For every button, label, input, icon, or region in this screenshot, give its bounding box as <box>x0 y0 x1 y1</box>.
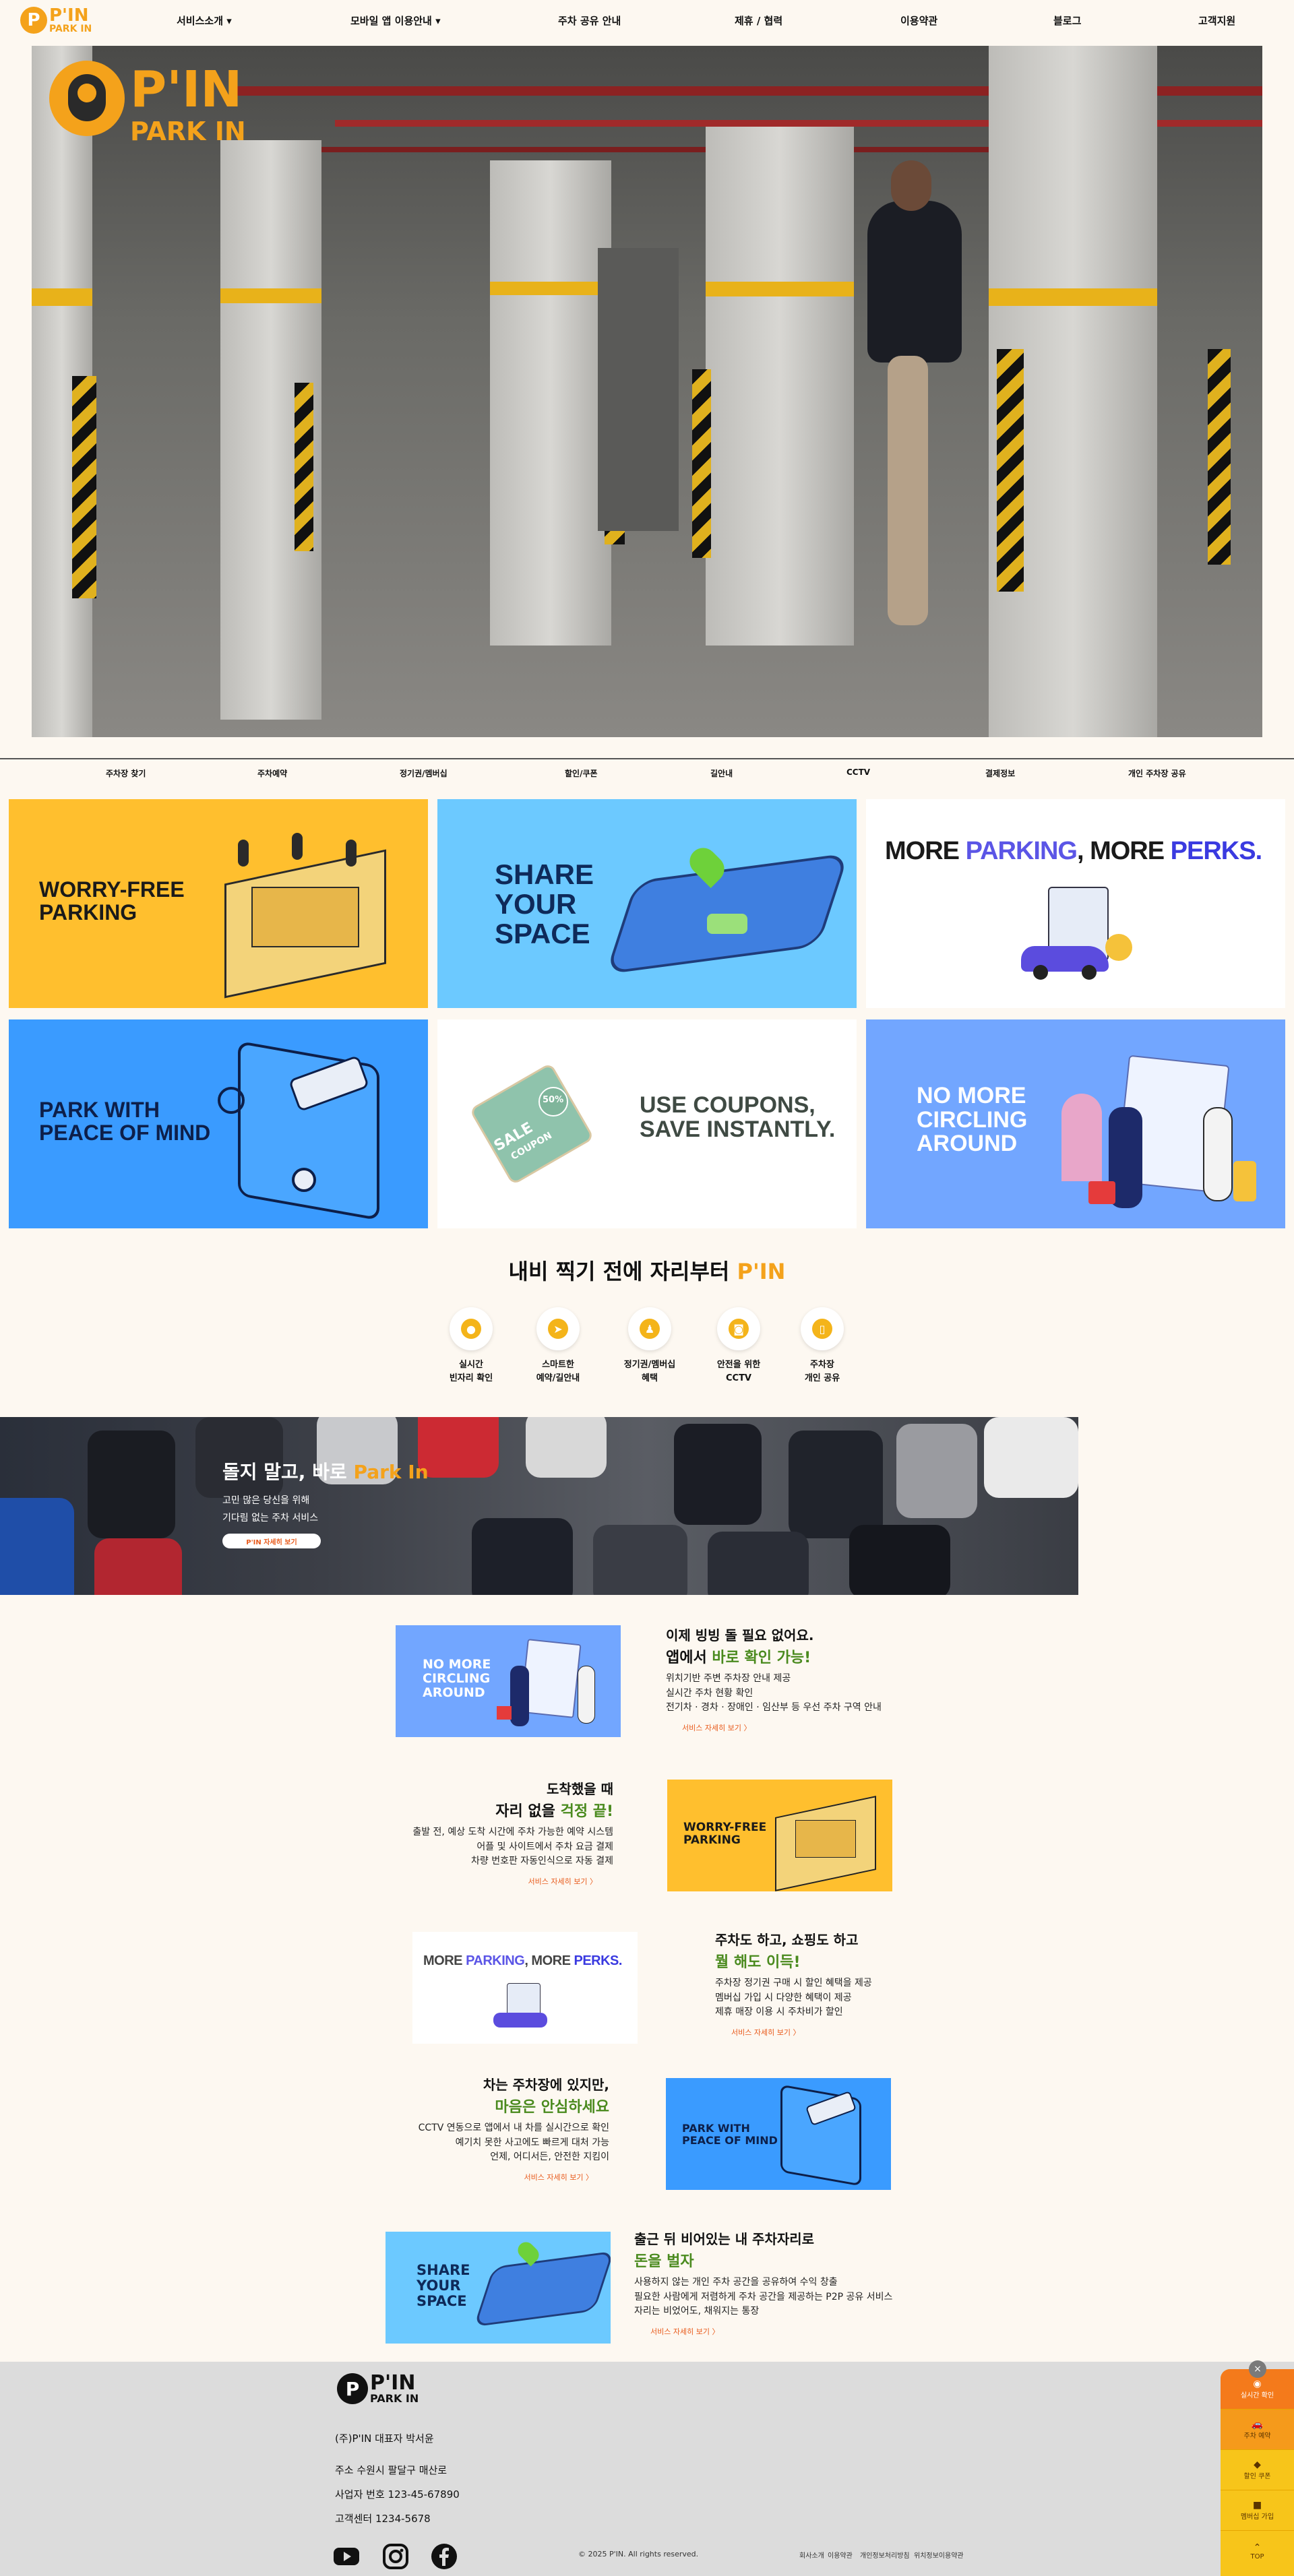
floating-quick-menu: ◉ 실시간 확인 🚗 주차 예약 ◆ 할인 쿠폰 ■ 멤버십 가입 ⌃ TOP <box>1221 2369 1294 2576</box>
category-private-share[interactable]: 개인 주차장 공유 <box>1128 767 1186 779</box>
nav-service-intro[interactable]: 서비스소개 ▾ <box>177 13 232 28</box>
service-text-reservation: 도착했을 때 자리 없을 걱정 끝! 출발 전, 예상 도착 시간에 주차 가능… <box>398 1778 613 1887</box>
navigation-arrow-icon: ➤ <box>548 1319 568 1339</box>
tile-park-with-peace-of-mind[interactable]: PARK WITH PEACE OF MIND <box>9 1019 428 1228</box>
category-cctv[interactable]: CCTV <box>846 767 870 777</box>
category-find-parking[interactable]: 주차장 찾기 <box>106 767 146 779</box>
cctv-illustration <box>211 1033 413 1221</box>
features-heading: 내비 찍기 전에 자리부터 P'IN <box>508 1259 786 1284</box>
nav-partnership[interactable]: 제휴 / 협력 <box>735 13 782 28</box>
banner-detail-button[interactable]: P'IN 자세히 보기 <box>222 1534 321 1548</box>
service-more-link[interactable]: 서비스 자세히 보기 〉 <box>682 1722 882 1733</box>
footer-link-terms[interactable]: 이용약관 <box>828 2550 853 2560</box>
service-image-cctv: PARK WITH PEACE OF MIND <box>666 2078 891 2190</box>
nav-mobile-app-guide[interactable]: 모바일 앱 이용안내 ▾ <box>350 13 441 28</box>
person-icon: ♟ <box>640 1319 660 1339</box>
logo-wordmark: P'IN <box>49 5 89 26</box>
youtube-icon[interactable] <box>333 2543 360 2570</box>
footer <box>0 2362 1294 2576</box>
feature-realtime-availability[interactable]: ● 실시간 빈자리 확인 <box>434 1307 508 1385</box>
footer-company: (주)P'IN 대표자 박서윤 <box>335 2432 434 2445</box>
service-more-link[interactable]: 서비스 자세히 보기 〉 <box>398 1876 597 1887</box>
tile-no-more-circling[interactable]: NO MORE CIRCLING AROUND <box>866 1019 1285 1228</box>
tile-worry-free-parking[interactable]: WORRY-FREE PARKING <box>9 799 428 1008</box>
cctv-icon: ◙ <box>729 1319 749 1339</box>
footer-business-number: 사업자 번호 123-45-67890 <box>335 2488 460 2501</box>
brand-logo[interactable]: P P'IN PARK IN <box>20 7 92 34</box>
banner-subtext-2: 기다림 없는 주차 서비스 <box>222 1513 319 1523</box>
hero-video[interactable]: P'IN PARK IN <box>32 46 1262 737</box>
person-silhouette <box>867 201 962 363</box>
top-navigation: P P'IN PARK IN 서비스소개 ▾ 모바일 앱 이용안내 ▾ 주차 공… <box>0 0 1294 42</box>
footer-address: 주소 수원시 팔달구 매산로 <box>335 2464 448 2476</box>
tile-use-coupons[interactable]: SALE COUPON 50% USE COUPONS, SAVE INSTAN… <box>437 1019 857 1228</box>
service-image-circling: NO MORE CIRCLING AROUND <box>396 1625 621 1737</box>
close-icon[interactable]: × <box>1249 2360 1266 2378</box>
footer-logo[interactable]: P P'IN PARK IN <box>337 2373 419 2404</box>
feature-smart-reservation[interactable]: ➤ 스마트한 예약/길안내 <box>521 1307 595 1385</box>
facebook-icon[interactable] <box>431 2543 458 2570</box>
service-more-link[interactable]: 서비스 자세히 보기 〉 <box>650 2326 892 2337</box>
promo-banner <box>0 1417 1078 1595</box>
service-text-share: 출근 뒤 비어있는 내 주차자리로 돈을 벌자 사용하지 않는 개인 주차 공간… <box>634 2231 893 2337</box>
service-image-perks: MORE PARKING, MORE PERKS. <box>412 1932 638 2044</box>
feature-cctv-safety[interactable]: ◙ 안전을 위한 CCTV <box>702 1307 776 1385</box>
feature-private-share[interactable]: ▯ 주차장 개인 공유 <box>785 1307 859 1385</box>
quick-top[interactable]: ⌃ TOP <box>1221 2531 1294 2571</box>
footer-link-location-terms[interactable]: 위치정보이용약관 <box>914 2550 964 2560</box>
service-text-cctv: 차는 주차장에 있지만, 마음은 안심하세요 CCTV 연동으로 앱에서 내 차… <box>377 2073 609 2182</box>
service-text-perks: 주차도 하고, 쇼핑도 하고 뭘 해도 이득! 주차장 정기권 구매 시 할인 … <box>715 1932 872 2038</box>
service-more-link[interactable]: 서비스 자세히 보기 〉 <box>377 2172 593 2182</box>
quick-reservation[interactable]: 🚗 주차 예약 <box>1221 2410 1294 2450</box>
footer-customer-center: 고객센터 1234-5678 <box>335 2513 431 2525</box>
location-pin-icon: ● <box>461 1319 481 1339</box>
banner-title: 돌지 말고, 바로 Park In <box>222 1461 429 1483</box>
map-people-illustration <box>1061 1053 1264 1215</box>
category-coupon[interactable]: 할인/쿠폰 <box>565 767 598 779</box>
logo-p-mark: P <box>20 7 47 34</box>
service-image-share: SHARE YOUR SPACE <box>386 2232 611 2344</box>
footer-link-company[interactable]: 회사소개 <box>799 2550 824 2560</box>
phone-share-icon: ▯ <box>812 1319 832 1339</box>
nav-terms[interactable]: 이용약관 <box>900 13 937 28</box>
tile-more-parking-more-perks[interactable]: MORE PARKING, MORE PERKS. <box>866 799 1285 1008</box>
phone-map-illustration <box>605 840 849 981</box>
parking-building-illustration <box>211 826 400 999</box>
feature-membership-benefits[interactable]: ♟ 정기권/멤버십 혜택 <box>613 1307 687 1385</box>
footer-copyright: © 2025 P'IN. All rights reserved. <box>578 2550 699 2558</box>
nav-customer-support[interactable]: 고객지원 <box>1198 13 1235 28</box>
more-parking-perks-title: MORE PARKING, MORE PERKS. <box>885 837 1262 865</box>
quick-coupon[interactable]: ◆ 할인 쿠폰 <box>1221 2450 1294 2490</box>
nav-parking-share[interactable]: 주차 공유 안내 <box>558 13 621 28</box>
category-membership[interactable]: 정기권/멤버십 <box>400 767 448 779</box>
service-image-worry-free: WORRY-FREE PARKING <box>667 1780 892 1891</box>
footer-link-privacy[interactable]: 개인정보처리방침 <box>860 2550 910 2560</box>
coupon-illustration: SALE COUPON 50% <box>468 1062 595 1186</box>
category-directions[interactable]: 길안내 <box>710 767 733 779</box>
nav-blog[interactable]: 블로그 <box>1053 13 1081 28</box>
quick-membership[interactable]: ■ 멤버십 가입 <box>1221 2490 1294 2531</box>
banner-subtext-1: 고민 많은 당신을 위해 <box>222 1495 310 1506</box>
tile-share-your-space[interactable]: SHARE YOUR SPACE <box>437 799 857 1008</box>
category-reservation[interactable]: 주차예약 <box>257 767 287 779</box>
logo-subtext: PARK IN <box>49 24 92 34</box>
perks-illustration <box>1021 887 1136 988</box>
category-payment[interactable]: 결제정보 <box>985 767 1015 779</box>
service-more-link[interactable]: 서비스 자세히 보기 〉 <box>731 2027 872 2038</box>
service-text-circling: 이제 빙빙 돌 필요 없어요. 앱에서 바로 확인 가능! 위치기반 주변 주차… <box>666 1627 882 1733</box>
instagram-icon[interactable] <box>382 2543 409 2570</box>
category-bar: 주차장 찾기 주차예약 정기권/멤버십 할인/쿠폰 길안내 CCTV 결제정보 … <box>0 758 1294 788</box>
